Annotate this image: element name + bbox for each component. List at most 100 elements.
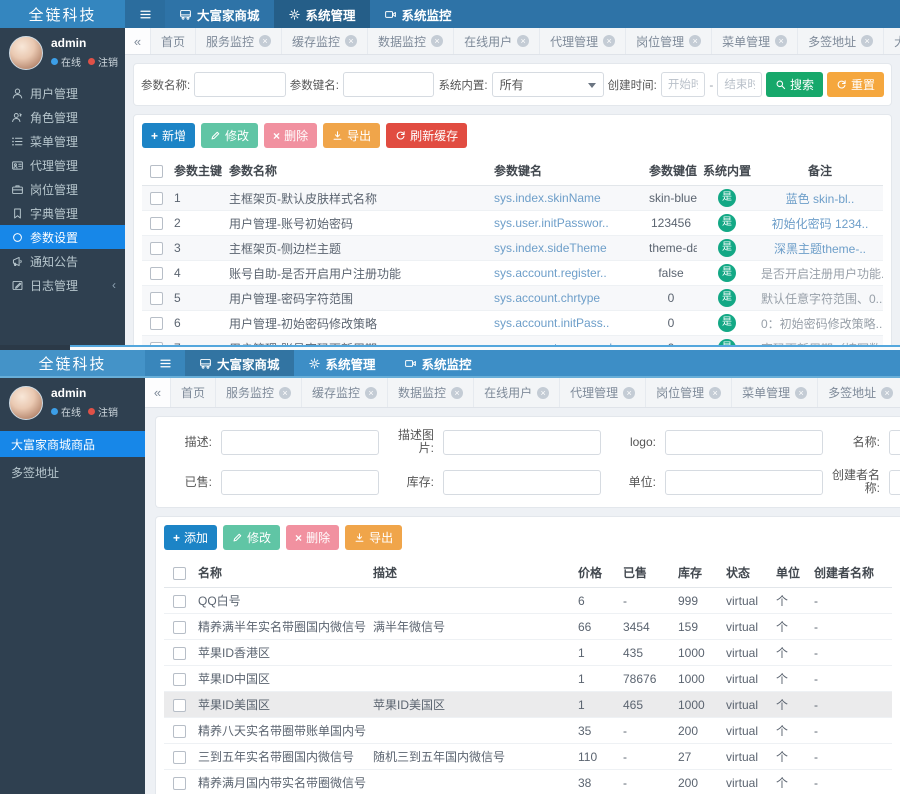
end-time-input[interactable] — [717, 72, 762, 97]
row-checkbox[interactable] — [150, 267, 163, 280]
tab[interactable]: 服务监控× — [196, 28, 282, 54]
row-checkbox[interactable] — [173, 699, 186, 712]
topnav-item[interactable]: 大富家商城 — [185, 350, 294, 376]
row-checkbox[interactable] — [173, 777, 186, 790]
row-checkbox[interactable] — [173, 751, 186, 764]
tab[interactable]: 多签地址× — [798, 28, 884, 54]
form-field-input[interactable] — [665, 430, 823, 455]
close-icon[interactable]: × — [517, 35, 529, 47]
close-icon[interactable]: × — [279, 387, 291, 399]
select-all-checkbox[interactable] — [150, 165, 163, 178]
row-checkbox[interactable] — [173, 647, 186, 660]
export-button[interactable]: 导出 — [323, 123, 380, 148]
close-icon[interactable]: × — [345, 35, 357, 47]
tab[interactable]: 首页 — [171, 378, 216, 407]
logout-link[interactable]: 注销 — [88, 404, 118, 419]
param-key-link[interactable]: sys.user.initPasswor.. — [494, 216, 609, 230]
sidebar-item[interactable]: 菜单管理 — [0, 129, 125, 153]
tab[interactable]: 首页 — [151, 28, 196, 54]
tab[interactable]: 代理管理× — [560, 378, 646, 407]
logout-link[interactable]: 注销 — [88, 54, 118, 69]
refresh-cache-button[interactable]: 刷新缓存 — [386, 123, 467, 148]
topnav-item[interactable]: 系统监控 — [390, 350, 486, 376]
add-button[interactable]: +新增 — [142, 123, 195, 148]
close-icon[interactable]: × — [431, 35, 443, 47]
sidebar-item[interactable]: 多签地址 — [0, 459, 145, 485]
row-checkbox[interactable] — [150, 242, 163, 255]
param-key-link[interactable]: sys.account.register.. — [494, 266, 607, 280]
row-checkbox[interactable] — [150, 192, 163, 205]
avatar[interactable] — [9, 386, 43, 420]
tab[interactable]: 岗位管理× — [646, 378, 732, 407]
export-button[interactable]: 导出 — [345, 525, 402, 550]
param-key-link[interactable]: sys.index.sideTheme — [494, 241, 607, 255]
add-button[interactable]: +添加 — [164, 525, 217, 550]
tab-scroll-left-button[interactable]: « — [145, 378, 171, 407]
close-icon[interactable]: × — [881, 387, 893, 399]
tab[interactable]: 菜单管理× — [712, 28, 798, 54]
topnav-item[interactable]: 系统监控 — [370, 0, 466, 28]
topnav-item[interactable]: 大富家商城 — [165, 0, 274, 28]
row-checkbox[interactable] — [173, 621, 186, 634]
edit-button[interactable]: 修改 — [223, 525, 280, 550]
tab[interactable]: 在线用户× — [474, 378, 560, 407]
close-icon[interactable]: × — [861, 35, 873, 47]
table-row[interactable]: 三到五年实名带圈国内微信号随机三到五年国内微信号110-27virtual个-2… — [164, 744, 892, 770]
table-row[interactable]: 3主框架页-侧边栏主题sys.index.sideThemetheme-dark… — [142, 236, 883, 261]
select-all-checkbox[interactable] — [173, 567, 186, 580]
form-field-input[interactable] — [221, 470, 379, 495]
sidebar-toggle-button[interactable] — [145, 350, 185, 376]
param-key-link[interactable]: sys.account.initPass.. — [494, 316, 609, 330]
form-field-input[interactable] — [665, 470, 823, 495]
table-row[interactable]: 精养八天实名带圈带账单国内号35-200virtual个-20 — [164, 718, 892, 744]
row-checkbox[interactable] — [173, 673, 186, 686]
sidebar-item[interactable]: 岗位管理 — [0, 177, 125, 201]
edit-button[interactable]: 修改 — [201, 123, 258, 148]
row-checkbox[interactable] — [150, 317, 163, 330]
delete-button[interactable]: ×删除 — [286, 525, 339, 550]
param-key-input[interactable] — [343, 72, 435, 97]
param-key-link[interactable]: sys.index.skinName — [494, 191, 601, 205]
builtin-select[interactable]: 所有 — [492, 72, 604, 97]
close-icon[interactable]: × — [795, 387, 807, 399]
param-key-link[interactable]: sys.account.chrtype — [494, 291, 600, 305]
tab[interactable]: 在线用户× — [454, 28, 540, 54]
tab[interactable]: 缓存监控× — [302, 378, 388, 407]
sidebar-item[interactable]: 日志管理‹ — [0, 273, 125, 297]
table-row[interactable]: 精养满月国内带实名带圈微信号38-200virtual个-20 — [164, 770, 892, 795]
table-row[interactable]: 7用户管理-账号密码更新周期sys.account.password..0是密码… — [142, 336, 883, 346]
delete-button[interactable]: ×删除 — [264, 123, 317, 148]
sidebar-item[interactable]: 用户管理 — [0, 81, 125, 105]
param-name-input[interactable] — [194, 72, 286, 97]
tab[interactable]: 大富家商城商品× — [884, 28, 900, 54]
table-row[interactable]: 4账号自助-是否开启用户注册功能sys.account.register..fa… — [142, 261, 883, 286]
avatar[interactable] — [9, 36, 43, 70]
close-icon[interactable]: × — [365, 387, 377, 399]
row-checkbox[interactable] — [173, 595, 186, 608]
close-icon[interactable]: × — [689, 35, 701, 47]
sidebar-toggle-button[interactable] — [125, 0, 165, 28]
form-field-input[interactable] — [889, 430, 900, 455]
start-time-input[interactable] — [661, 72, 706, 97]
table-row[interactable]: 5用户管理-密码字符范围sys.account.chrtype0是默认任意字符范… — [142, 286, 883, 311]
tab[interactable]: 代理管理× — [540, 28, 626, 54]
table-row[interactable]: 1主框架页-默认皮肤样式名称sys.index.skinNameskin-blu… — [142, 186, 883, 211]
table-row[interactable]: 苹果ID美国区苹果ID美国区14651000virtual个-20 — [164, 692, 892, 718]
topnav-item[interactable]: 系统管理 — [274, 0, 370, 28]
tab-scroll-left-button[interactable]: « — [125, 28, 151, 54]
close-icon[interactable]: × — [709, 387, 721, 399]
tab[interactable]: 岗位管理× — [626, 28, 712, 54]
reset-button[interactable]: 重置 — [827, 72, 884, 97]
close-icon[interactable]: × — [259, 35, 271, 47]
tab[interactable]: 缓存监控× — [282, 28, 368, 54]
row-checkbox[interactable] — [150, 217, 163, 230]
table-row[interactable]: 6用户管理-初始密码修改策略sys.account.initPass..0是0：… — [142, 311, 883, 336]
sidebar-item[interactable]: 通知公告 — [0, 249, 125, 273]
row-checkbox[interactable] — [150, 292, 163, 305]
close-icon[interactable]: × — [623, 387, 635, 399]
tab[interactable]: 多签地址× — [818, 378, 900, 407]
tab[interactable]: 数据监控× — [368, 28, 454, 54]
close-icon[interactable]: × — [537, 387, 549, 399]
tab[interactable]: 菜单管理× — [732, 378, 818, 407]
table-row[interactable]: 2用户管理-账号初始密码sys.user.initPasswor..123456… — [142, 211, 883, 236]
